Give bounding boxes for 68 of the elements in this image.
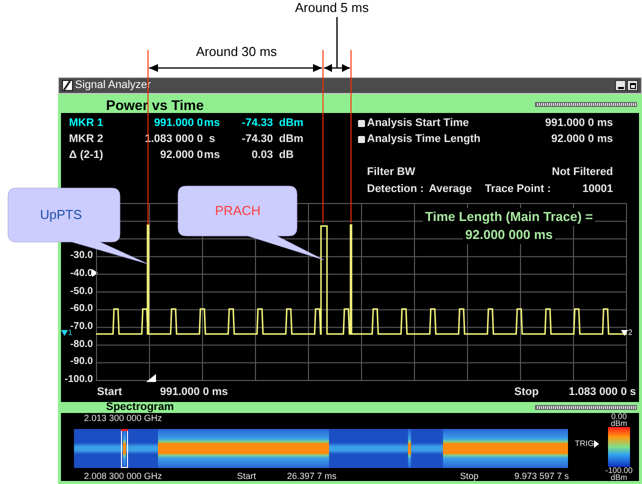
scale-unit: dBm: [610, 474, 628, 481]
analysis-label: Analysis Time Length: [367, 134, 480, 144]
y-axis-label: -50.0: [70, 286, 93, 296]
scale-top: 0.00: [611, 413, 627, 420]
frequency-bottom: 2.008 300 000 GHz: [84, 472, 164, 481]
marker-number-label: 1: [68, 329, 72, 337]
marker-value: -74.30: [240, 134, 273, 144]
start-value: 26.397 7 ms: [287, 472, 338, 481]
stop-label: Stop: [514, 387, 539, 398]
stop-value: 1.083 000 0 s: [568, 387, 636, 398]
stop-value: 9.973 597 7 s: [513, 472, 569, 481]
stop-label: Stop: [460, 472, 480, 481]
marker-value: 0.03: [250, 150, 273, 160]
trig-label: TRIG: [574, 440, 594, 448]
scale-bottom: -100.00: [605, 467, 633, 474]
maximize-button[interactable]: [627, 80, 638, 91]
leader-line: [336, 17, 338, 68]
marker-number-label: 2: [628, 329, 632, 337]
marker-triangle-icon: [621, 330, 628, 336]
logo-icon: [62, 80, 73, 91]
y-axis-label: -80.0: [70, 340, 93, 350]
marker-value: -74.33: [240, 118, 273, 128]
spectrogram-title: Spectrogram: [105, 402, 174, 413]
marker-name: Δ (2-1): [69, 150, 104, 160]
callout-label: UpPTS: [40, 208, 82, 221]
start-label: Start: [96, 387, 124, 398]
detection-value: Average: [428, 184, 472, 195]
color-scale-bar: [608, 427, 630, 467]
y-axis-label: -70.0: [70, 322, 93, 332]
panel-title: Power vs Time: [105, 98, 204, 112]
y-axis-label: -100.0: [64, 375, 93, 385]
time-unit: ms: [203, 150, 221, 160]
analysis-value: 92.000 0 ms: [551, 134, 613, 144]
marker-triangle-icon: [61, 330, 68, 336]
dimension-label: Around 30 ms: [196, 45, 277, 58]
value-unit: dBm: [278, 118, 304, 128]
detection-label: Detection :: [367, 184, 424, 195]
start-value: 991.000 0 ms: [160, 387, 228, 398]
y-axis-label: -40.0: [70, 268, 93, 279]
value-unit: dBm: [278, 134, 304, 144]
analysis-value: 991.000 0 ms: [545, 118, 613, 128]
time-unit: s: [208, 134, 216, 144]
analysis-label: Analysis Start Time: [367, 118, 469, 128]
time-marker-icon: [146, 374, 156, 382]
marker-name: MKR 2: [69, 134, 104, 144]
frequency-top: 2.013 300 000 GHz: [83, 413, 164, 425]
readout-value: 92.000 000 ms: [463, 226, 555, 244]
y-axis-label: -60.0: [70, 304, 93, 314]
dimension-label: Around 5 ms: [295, 1, 369, 14]
minimize-button[interactable]: [615, 80, 626, 91]
y-axis-label: -90.0: [70, 357, 93, 368]
trace-point-value: 10001: [582, 184, 613, 195]
y-axis-label: -30.0: [70, 251, 93, 262]
reference-marker-icon: [92, 269, 98, 277]
scale-unit: dBm: [610, 420, 628, 427]
trigger-marker-icon: [594, 440, 599, 448]
marker-name: MKR 1: [69, 118, 104, 128]
start-label: Start: [237, 472, 258, 481]
filter-value: Not Filtered: [552, 167, 613, 178]
value-unit: dB: [278, 150, 295, 160]
dimension-arrow: [324, 64, 350, 72]
readout-title: Time Length (Main Trace) =: [423, 208, 595, 226]
marker-time: 991.000 0: [153, 118, 203, 128]
time-unit: ms: [203, 118, 221, 128]
trace-point-label: Trace Point :: [484, 184, 551, 195]
filter-label: Filter BW: [367, 167, 416, 178]
callout-label: PRACH: [215, 204, 261, 217]
marker-time: 92.000 0: [159, 150, 203, 160]
